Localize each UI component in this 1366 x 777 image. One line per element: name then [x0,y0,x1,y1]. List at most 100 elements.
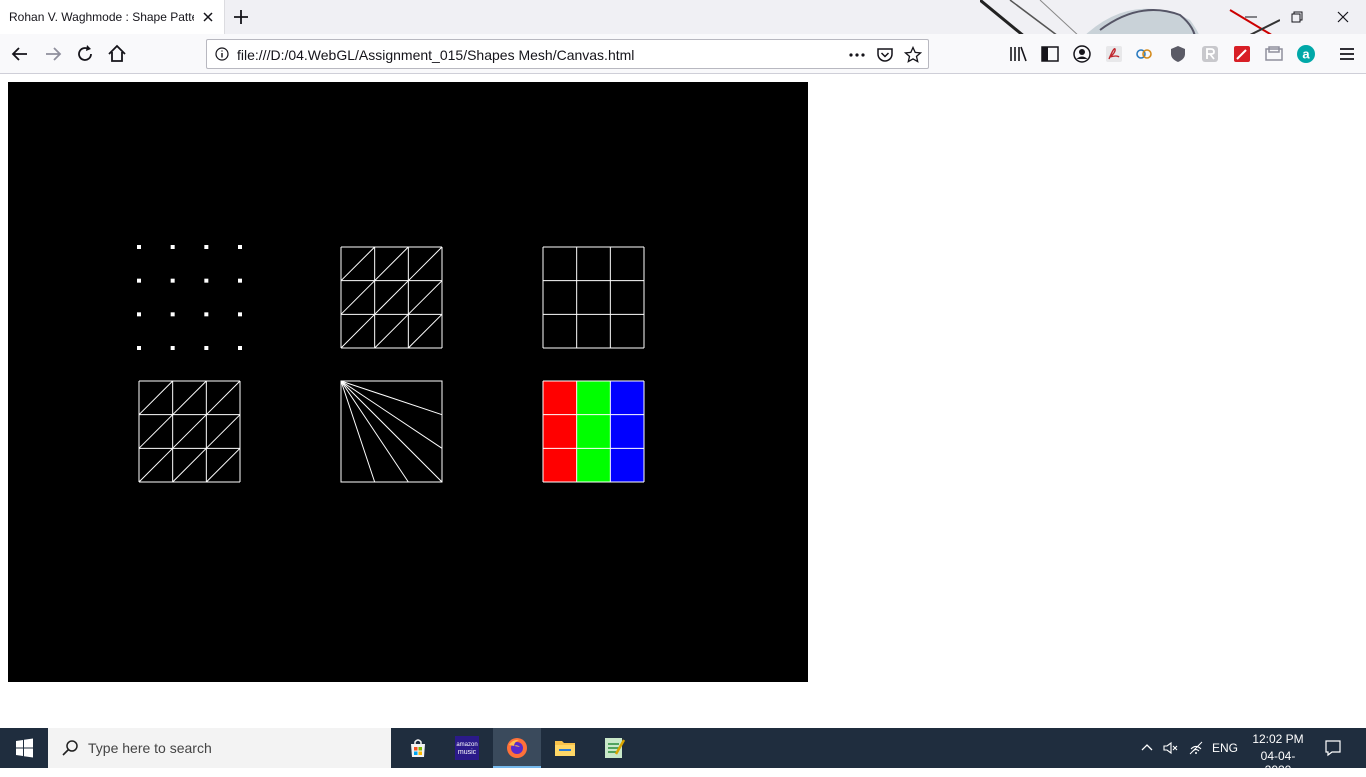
fan-ray [340,380,443,449]
tri-diagonal [138,380,174,416]
tri-diagonal [205,414,241,449]
store-app[interactable] [394,728,442,768]
screenshot-icon[interactable] [1264,44,1284,64]
file-explorer-app[interactable] [541,728,589,768]
fan-ray [340,380,376,483]
mesh-point [137,346,141,350]
tri-diagonal [138,414,174,449]
action-center-icon[interactable] [1324,739,1342,757]
nav-bar: file:///D:/04.WebGL/Assignment_015/Shape… [0,34,1366,74]
webgl-canvas [8,82,808,682]
pocket-icon[interactable] [876,46,894,64]
search-placeholder: Type here to search [88,740,212,756]
page-actions-icon[interactable] [848,46,866,64]
pdf-extension-icon[interactable] [1104,44,1124,64]
tri-diagonal [205,447,241,483]
firefox-app[interactable] [493,728,541,768]
file-explorer-icon [555,741,575,756]
mesh-point [170,312,175,317]
shield-icon[interactable] [1168,44,1188,64]
amazon-music-icon: amazon music [455,736,479,760]
bookmark-star-icon[interactable] [904,46,922,64]
network-icon[interactable] [1188,740,1204,756]
extension-owl-icon[interactable] [1134,44,1154,64]
forward-icon[interactable] [41,42,65,66]
show-hidden-icons-icon[interactable] [1139,740,1155,756]
clock-date[interactable]: 04-04-2020 [1248,749,1308,777]
svg-text:a: a [1302,47,1310,62]
tri-diagonal [205,380,241,416]
color-picker-icon[interactable] [1232,44,1252,64]
mesh-diagonal [407,280,443,315]
volume-muted-icon[interactable] [1162,740,1178,756]
mesh-point [137,245,141,249]
mesh-point [170,346,175,350]
mesh-diagonal [340,313,376,349]
url-text[interactable]: file:///D:/04.WebGL/Assignment_015/Shape… [237,47,634,63]
mesh-point [204,312,209,317]
mesh-point [170,278,175,283]
tri-diagonal [172,380,207,416]
mesh-point [137,312,141,317]
mesh-point [238,245,242,249]
back-icon[interactable] [8,42,32,66]
shape-patterns [137,245,645,483]
page-content [0,74,1366,728]
mesh-point [204,245,209,249]
window-close-icon[interactable] [1335,9,1351,25]
color-column [610,381,644,482]
windows-start-icon[interactable] [0,728,48,768]
menu-icon[interactable] [1337,44,1357,64]
restore-icon[interactable] [1289,9,1305,25]
mesh-diagonal [407,246,443,282]
taskbar: Type here to search amazon music ENG 12:… [0,728,1366,777]
mesh-diagonal [407,313,443,349]
mesh-diagonal [340,280,376,315]
firefox-icon [507,738,527,758]
svg-text:music: music [458,749,477,756]
new-tab-icon[interactable] [231,7,251,27]
home-icon[interactable] [105,42,129,66]
tri-diagonal [172,414,207,449]
tab-bar: Rohan V. Waghmode : Shape Pattern [0,0,1366,74]
search-icon [62,740,78,756]
tri-diagonal [172,447,207,483]
account-icon[interactable] [1072,44,1092,64]
color-column [576,381,611,482]
sidebar-icon[interactable] [1040,44,1060,64]
store-icon [411,739,425,757]
svg-text:amazon: amazon [456,742,477,748]
mesh-diagonal [374,246,409,282]
amazon-music-app[interactable]: amazon music [443,728,491,768]
tab-active[interactable]: Rohan V. Waghmode : Shape Pattern [0,0,225,34]
taskbar-search[interactable]: Type here to search [48,728,391,768]
url-bar[interactable]: file:///D:/04.WebGL/Assignment_015/Shape… [206,39,929,69]
mesh-diagonal [374,313,409,349]
mesh-point [238,278,242,283]
mesh-point [238,312,242,317]
tri-diagonal [138,447,174,483]
reload-icon[interactable] [73,42,97,66]
info-icon[interactable] [215,47,229,61]
library-icon[interactable] [1008,44,1028,64]
mesh-point [170,245,175,249]
tab-title: Rohan V. Waghmode : Shape Pattern [9,10,194,24]
clock-time[interactable]: 12:02 PM [1250,732,1306,746]
fan-ray [340,380,409,483]
mesh-point [238,346,242,350]
minimize-icon[interactable] [1243,10,1259,24]
mesh-point [204,278,209,283]
mesh-diagonal [340,246,376,282]
mesh-point [204,346,209,350]
fan-ray [340,380,443,416]
notepad-app[interactable] [590,728,638,768]
fan-ray [340,380,443,483]
mesh-diagonal [374,280,409,315]
tab-close-icon[interactable] [200,9,216,25]
notepad-icon [605,738,626,758]
mesh-point [137,278,141,283]
amazon-assistant-icon[interactable]: a [1296,44,1316,64]
color-column [543,381,577,482]
extension-r-icon[interactable] [1200,44,1220,64]
language-indicator[interactable]: ENG [1212,741,1238,755]
